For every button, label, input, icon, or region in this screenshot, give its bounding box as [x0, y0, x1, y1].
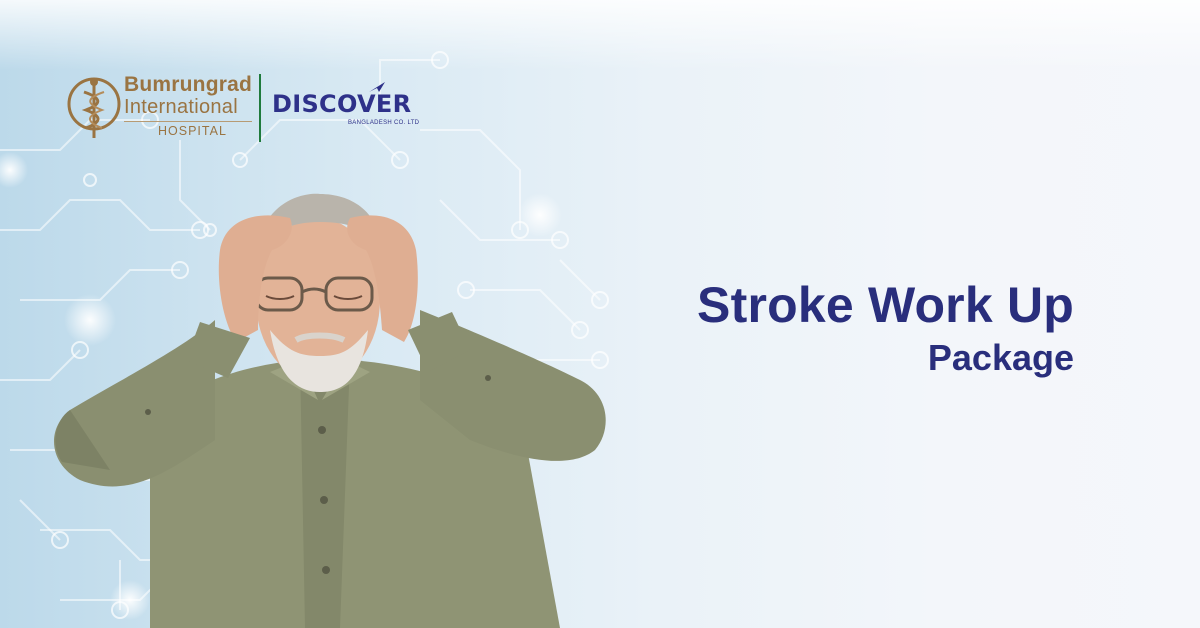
discover-subtitle: BANGLADESH CO. LTD	[348, 120, 420, 126]
hospital-name-line3: HOSPITAL	[158, 124, 227, 138]
airplane-icon	[369, 82, 385, 92]
discover-wordmark: DISCOVER	[272, 90, 412, 118]
hospital-name-line1: Bumrungrad	[124, 73, 252, 96]
headline-subtitle: Package	[927, 337, 1074, 378]
logo-divider	[259, 74, 261, 142]
hospital-rule	[124, 121, 252, 122]
caduceus-emblem-icon	[67, 77, 121, 138]
promo-banner: Bumrungrad International HOSPITAL DISCOV…	[0, 0, 1200, 628]
hospital-wordmark: Bumrungrad International HOSPITAL	[124, 74, 252, 139]
headline-title: Stroke Work Up	[697, 277, 1074, 333]
partner-logos: Bumrungrad International HOSPITAL DISCOV…	[66, 72, 446, 146]
hospital-name-line2: International	[124, 96, 238, 118]
discover-logo: DISCOVER BANGLADESH CO. LTD	[272, 82, 419, 126]
headline: Stroke Work Up Package	[697, 274, 1074, 380]
